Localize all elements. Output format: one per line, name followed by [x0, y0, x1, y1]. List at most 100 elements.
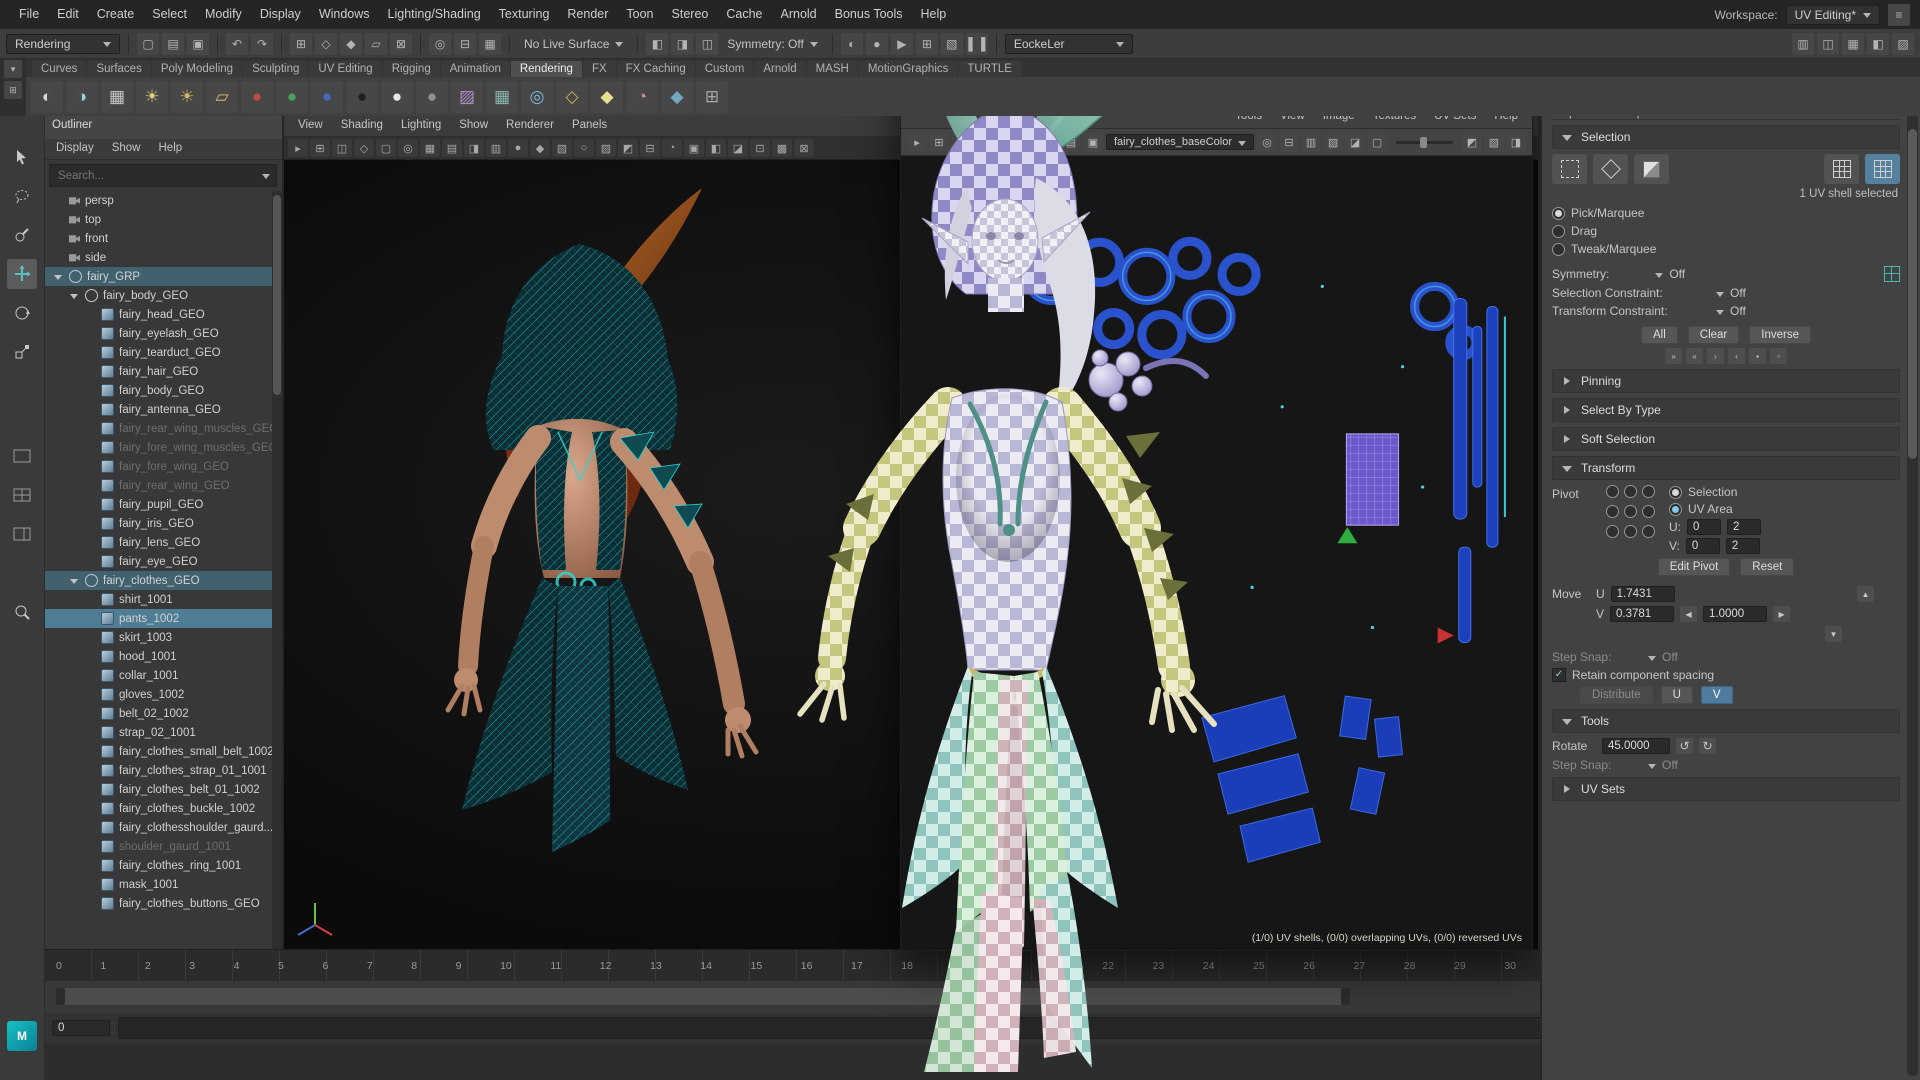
outliner-item[interactable]: fairy_clothesshoulder_gaurd... [44, 818, 282, 837]
outliner-item[interactable]: fairy_eye_GEO [44, 552, 282, 571]
expand-toggle-icon[interactable] [84, 746, 96, 758]
viewport-menu-item[interactable]: View [290, 116, 331, 136]
move-step-field[interactable] [1703, 606, 1767, 622]
menu-item[interactable]: Toon [617, 0, 662, 29]
range-start-field[interactable] [52, 1020, 110, 1036]
expand-toggle-icon[interactable] [84, 898, 96, 910]
uv-shell-select-icon[interactable] [1865, 154, 1900, 184]
menu-item[interactable]: Cache [717, 0, 771, 29]
shelf-paint-icon[interactable]: ◆ [661, 81, 693, 113]
uv-select-icon[interactable] [1824, 154, 1859, 184]
uv-isolate-icon[interactable]: ◇ [951, 133, 971, 152]
chevron-down-icon[interactable] [1716, 310, 1724, 319]
viewport-wireframe-icon[interactable]: ◆ [530, 139, 550, 157]
distribute-button[interactable]: Distribute [1580, 686, 1653, 704]
highlight-icon[interactable]: ▦ [479, 33, 501, 55]
outliner-item[interactable]: fairy_rear_wing_GEO [44, 476, 282, 495]
shelf-tab[interactable]: UV Editing [309, 61, 381, 77]
edit-pivot-button[interactable]: Edit Pivot [1658, 558, 1731, 576]
expand-toggle-icon[interactable] [84, 727, 96, 739]
outliner-item[interactable]: fairy_rear_wing_muscles_GEO [44, 419, 282, 438]
uv-filter-icon[interactable]: ▣ [1083, 133, 1103, 152]
menu-set-dropdown[interactable]: Rendering [6, 34, 120, 54]
uv-grid-icon[interactable]: ⊞ [929, 133, 949, 152]
move-step-snap-value[interactable]: Off [1662, 650, 1678, 664]
expand-toggle-icon[interactable] [84, 404, 96, 416]
pivot-position-grid[interactable] [1606, 485, 1653, 538]
menu-item[interactable]: Texturing [490, 0, 559, 29]
viewport-aa-icon[interactable]: ⊟ [640, 139, 660, 157]
menu-item[interactable]: Edit [48, 0, 88, 29]
new-scene-icon[interactable]: ▢ [137, 33, 159, 55]
expand-toggle-icon[interactable] [84, 594, 96, 606]
undo-icon[interactable]: ↶ [226, 33, 248, 55]
shelf-misc-icon[interactable]: ⊞ [696, 81, 728, 113]
layout-single-pane-icon[interactable] [7, 441, 37, 471]
expand-toggle-icon[interactable] [68, 290, 80, 302]
shelf-shader-gray-icon[interactable]: ● [416, 81, 448, 113]
live-surface-indicator[interactable]: No Live Surface [518, 35, 629, 53]
shelf-env-icon[interactable]: ◎ [521, 81, 553, 113]
shrink-selection-icon[interactable]: « [1686, 348, 1703, 364]
expand-toggle-icon[interactable] [84, 803, 96, 815]
pick-marquee-radio[interactable] [1552, 207, 1565, 220]
outliner-item[interactable]: shoulder_gaurd_1001 [44, 837, 282, 856]
open-scene-icon[interactable]: ▤ [162, 33, 184, 55]
viewport-mask-icon[interactable]: ◨ [464, 139, 484, 157]
chevron-down-icon[interactable] [1655, 273, 1663, 282]
outliner-item[interactable]: top [44, 210, 282, 229]
expand-toggle-icon[interactable] [84, 765, 96, 777]
shelf-render-settings-icon[interactable]: ▦ [101, 81, 133, 113]
outliner-item[interactable]: fairy_head_GEO [44, 305, 282, 324]
outliner-item[interactable]: front [44, 229, 282, 248]
rotate-tool-icon[interactable] [7, 298, 37, 328]
viewport-menu-item[interactable]: Show [451, 116, 496, 136]
snap-curve-icon[interactable]: ◇ [315, 33, 337, 55]
select-edge-ring-icon[interactable]: ▪ [1749, 348, 1766, 364]
nudge-right-button[interactable]: ▶ [1773, 606, 1790, 622]
snap-plane-icon[interactable]: ▱ [365, 33, 387, 55]
section-pinning[interactable]: Pinning [1552, 369, 1900, 393]
menu-item[interactable]: Modify [196, 0, 251, 29]
uv-bake-icon[interactable]: ⊟ [1279, 133, 1299, 152]
shelf-tab[interactable]: TURTLE [958, 61, 1021, 77]
attribute-editor-toggle-icon[interactable]: ▥ [1792, 33, 1814, 55]
paint-select-tool-icon[interactable] [7, 220, 37, 250]
outliner-item[interactable]: fairy_clothes_strap_01_1001 [44, 761, 282, 780]
viewport-gate-icon[interactable]: ▦ [420, 139, 440, 157]
render-view-icon[interactable]: ◐ [841, 33, 863, 55]
move-tool-icon[interactable] [7, 259, 37, 289]
viewport-textured-icon[interactable]: ▧ [552, 139, 572, 157]
shelf-shader-red-icon[interactable]: ● [241, 81, 273, 113]
vertex-select-icon[interactable] [1593, 154, 1628, 184]
outliner-item[interactable]: gloves_1002 [44, 685, 282, 704]
chevron-down-icon[interactable] [1648, 656, 1656, 665]
select-inner-icon[interactable]: ‹ [1728, 348, 1745, 364]
uv-tile-icon[interactable]: ▦ [973, 133, 993, 152]
expand-toggle-icon[interactable] [84, 537, 96, 549]
viewport-field-icon[interactable]: ▥ [486, 139, 506, 157]
expand-toggle-icon[interactable] [84, 822, 96, 834]
outliner-item[interactable]: fairy_clothes_small_belt_1002 [44, 742, 282, 761]
expand-toggle-icon[interactable] [84, 366, 96, 378]
workspace-menu-icon[interactable]: ≡ [1888, 4, 1910, 26]
uv-texture-toggle-icon[interactable]: ◫ [1039, 133, 1059, 152]
clear-selection-button[interactable]: Clear [1688, 326, 1739, 344]
shelf-ipr-icon[interactable]: ◑ [66, 81, 98, 113]
viewport-shadows-icon[interactable]: ▨ [596, 139, 616, 157]
viewport-grease-icon[interactable]: ◪ [728, 139, 748, 157]
layout-four-pane-icon[interactable] [7, 480, 37, 510]
drag-radio[interactable] [1552, 225, 1565, 238]
snap-view-icon[interactable]: ⊠ [390, 33, 412, 55]
shelf-shader-white-icon[interactable]: ● [381, 81, 413, 113]
snap-point-icon[interactable]: ◆ [340, 33, 362, 55]
shelf-tab[interactable]: Sculpting [243, 61, 308, 77]
outliner-item[interactable]: belt_02_1002 [44, 704, 282, 723]
distribute-u-button[interactable]: U [1661, 686, 1693, 704]
invert-selection-button[interactable]: Inverse [1749, 326, 1811, 344]
tool-settings-toggle-icon[interactable]: ◫ [1817, 33, 1839, 55]
component-mode-icon[interactable]: ◨ [671, 33, 693, 55]
outliner-item[interactable]: fairy_fore_wing_GEO [44, 457, 282, 476]
symmetry-value[interactable]: Off [1669, 267, 1685, 281]
shelf-shader-blue-icon[interactable]: ● [311, 81, 343, 113]
